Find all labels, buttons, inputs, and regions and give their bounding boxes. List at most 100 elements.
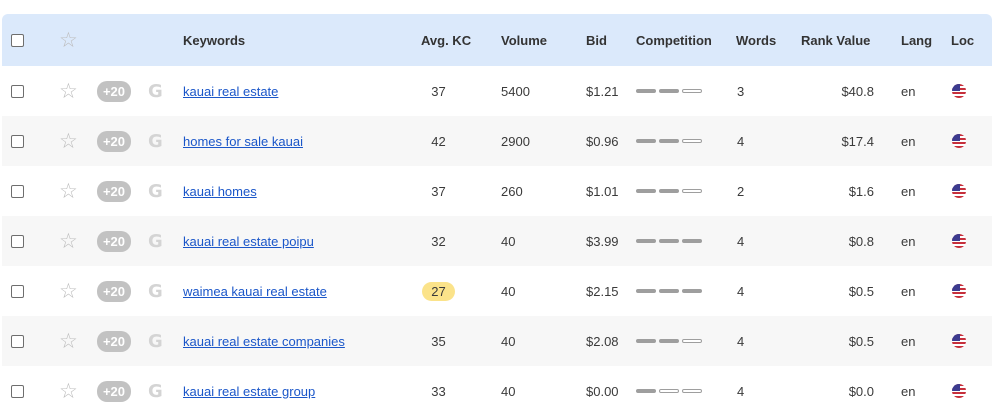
keyword-table: ☆ Keywords Avg. KC Volume Bid Competitio…: [2, 14, 992, 416]
star-icon[interactable]: ☆: [59, 66, 78, 116]
words-value: 4: [737, 283, 745, 299]
lang-value: en: [901, 333, 916, 349]
star-icon[interactable]: ☆: [59, 166, 78, 216]
us-flag-icon: [952, 316, 966, 366]
plus-badge[interactable]: +20: [97, 166, 131, 216]
competition-bar: [636, 66, 702, 116]
row-checkbox[interactable]: [11, 316, 24, 366]
avg-kc-value: 42: [431, 133, 446, 149]
competition-bar: [636, 266, 702, 316]
avg-kc-value: 37: [431, 183, 446, 199]
lang-value: en: [901, 233, 916, 249]
us-flag-icon: [952, 166, 966, 216]
lang-value: en: [901, 83, 916, 99]
star-icon[interactable]: ☆: [59, 216, 78, 266]
google-icon[interactable]: G: [148, 216, 163, 266]
header-volume[interactable]: Volume: [501, 14, 547, 66]
header-words[interactable]: Words: [736, 14, 776, 66]
volume-value: 40: [501, 233, 516, 249]
row-checkbox[interactable]: [11, 216, 24, 266]
plus-badge[interactable]: +20: [97, 116, 131, 166]
competition-bar: [636, 366, 702, 416]
bid-value: $3.99: [586, 233, 619, 249]
plus-badge[interactable]: +20: [97, 266, 131, 316]
table-row: ☆ +20 G kauai real estate 37 5400 $1.21 …: [2, 66, 992, 116]
star-icon[interactable]: ☆: [59, 266, 78, 316]
volume-value: 40: [501, 333, 516, 349]
rank-value: $0.8: [848, 233, 874, 249]
volume-value: 5400: [501, 83, 530, 99]
header-loc[interactable]: Loc: [951, 14, 974, 66]
rank-value: $40.8: [841, 83, 874, 99]
table-header: ☆ Keywords Avg. KC Volume Bid Competitio…: [2, 14, 992, 66]
google-icon[interactable]: G: [148, 366, 163, 416]
plus-badge[interactable]: +20: [97, 66, 131, 116]
table-row: ☆ +20 G waimea kauai real estate 27 40 $…: [2, 266, 992, 316]
google-icon[interactable]: G: [148, 66, 163, 116]
words-value: 4: [737, 333, 745, 349]
header-lang[interactable]: Lang: [901, 14, 932, 66]
keyword-link[interactable]: kauai homes: [183, 166, 257, 216]
us-flag-icon: [952, 366, 966, 416]
us-flag-icon: [952, 116, 966, 166]
bid-value: $2.08: [586, 333, 619, 349]
google-icon[interactable]: G: [148, 316, 163, 366]
row-checkbox[interactable]: [11, 266, 24, 316]
keyword-link[interactable]: kauai real estate: [183, 66, 278, 116]
rank-value: $1.6: [848, 183, 874, 199]
header-avg-kc[interactable]: Avg. KC: [421, 14, 471, 66]
keyword-link[interactable]: homes for sale kauai: [183, 116, 303, 166]
words-value: 4: [737, 383, 745, 399]
bid-value: $1.01: [586, 183, 619, 199]
plus-badge[interactable]: +20: [97, 316, 131, 366]
bid-value: $1.21: [586, 83, 619, 99]
header-rank-value[interactable]: Rank Value: [801, 14, 870, 66]
star-icon[interactable]: ☆: [59, 366, 78, 416]
select-all-checkbox[interactable]: [11, 14, 24, 66]
header-keywords[interactable]: Keywords: [183, 14, 245, 66]
volume-value: 260: [501, 183, 523, 199]
keyword-link[interactable]: kauai real estate poipu: [183, 216, 314, 266]
google-icon[interactable]: G: [148, 166, 163, 216]
avg-kc-value: 33: [431, 383, 446, 399]
bid-value: $2.15: [586, 283, 619, 299]
row-checkbox[interactable]: [11, 116, 24, 166]
volume-value: 2900: [501, 133, 530, 149]
header-competition[interactable]: Competition: [636, 14, 712, 66]
words-value: 2: [737, 183, 745, 199]
google-icon[interactable]: G: [148, 116, 163, 166]
competition-bar: [636, 166, 702, 216]
table-row: ☆ +20 G homes for sale kauai 42 2900 $0.…: [2, 116, 992, 166]
rank-value: $0.5: [848, 333, 874, 349]
bid-value: $0.96: [586, 133, 619, 149]
table-body: ☆ +20 G kauai real estate 37 5400 $1.21 …: [2, 66, 992, 416]
plus-badge[interactable]: +20: [97, 216, 131, 266]
words-value: 3: [737, 83, 745, 99]
row-checkbox[interactable]: [11, 166, 24, 216]
competition-bar: [636, 116, 702, 166]
us-flag-icon: [952, 66, 966, 116]
table-row: ☆ +20 G kauai real estate companies 35 4…: [2, 316, 992, 366]
star-icon[interactable]: ☆: [59, 116, 78, 166]
avg-kc-value: 37: [431, 83, 446, 99]
keyword-link[interactable]: kauai real estate group: [183, 366, 315, 416]
row-checkbox[interactable]: [11, 366, 24, 416]
header-bid[interactable]: Bid: [586, 14, 607, 66]
star-icon[interactable]: ☆: [59, 316, 78, 366]
bid-value: $0.00: [586, 383, 619, 399]
avg-kc-value: 27: [422, 266, 455, 316]
lang-value: en: [901, 183, 916, 199]
plus-badge[interactable]: +20: [97, 366, 131, 416]
keyword-link[interactable]: kauai real estate companies: [183, 316, 345, 366]
competition-bar: [636, 316, 702, 366]
table-row: ☆ +20 G kauai real estate poipu 32 40 $3…: [2, 216, 992, 266]
rank-value: $0.5: [848, 283, 874, 299]
table-row: ☆ +20 G kauai homes 37 260 $1.01 2 $1.6 …: [2, 166, 992, 216]
row-checkbox[interactable]: [11, 66, 24, 116]
lang-value: en: [901, 133, 916, 149]
lang-value: en: [901, 283, 916, 299]
google-icon[interactable]: G: [148, 266, 163, 316]
keyword-link[interactable]: waimea kauai real estate: [183, 266, 327, 316]
rank-value: $17.4: [841, 133, 874, 149]
star-icon[interactable]: ☆: [59, 14, 78, 66]
